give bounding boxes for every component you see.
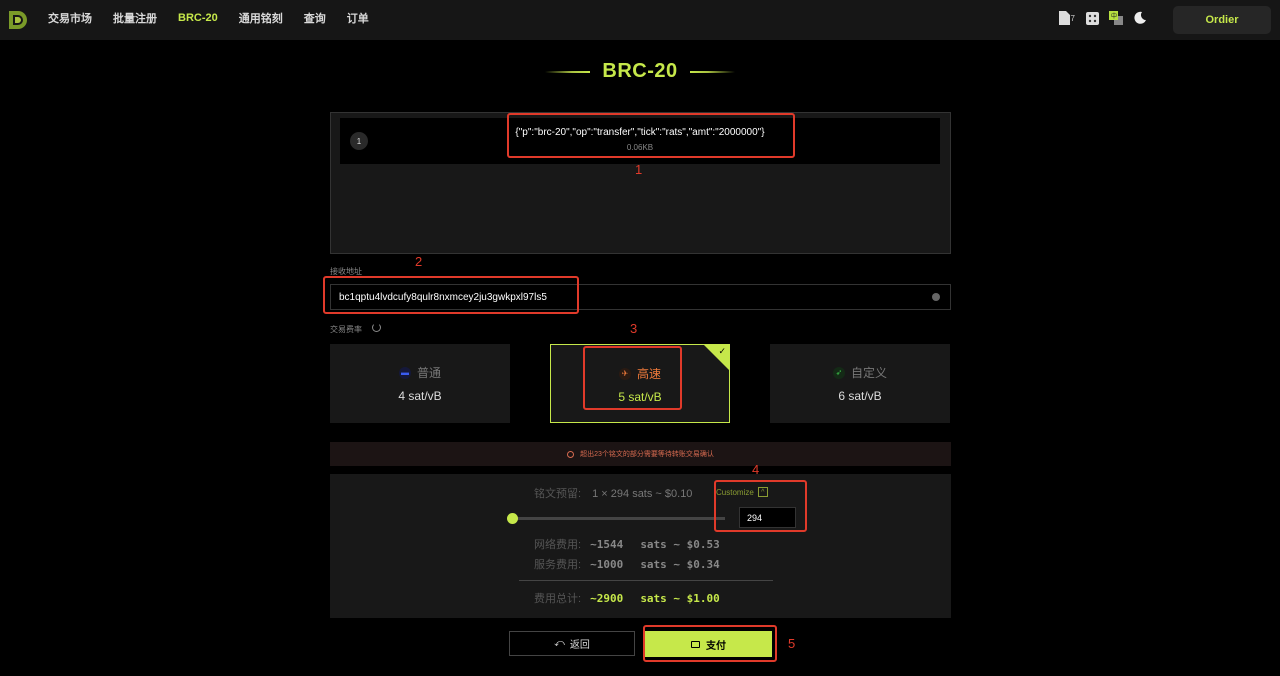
service-fee-usd: sats ~ $0.34: [640, 558, 720, 571]
slider-handle[interactable]: [507, 513, 518, 524]
address-label: 接收地址: [330, 267, 362, 276]
fee-option-fast[interactable]: ✓ ✈ 高速 5 sat/vB: [550, 344, 730, 423]
customize-label: Customize: [716, 487, 754, 497]
network-fee-sats: ~1544: [590, 538, 624, 551]
rocket-icon: ➶: [832, 366, 845, 379]
nav-item-brc20[interactable]: BRC-20: [178, 12, 218, 24]
info-icon: [567, 450, 575, 458]
fee-option-name: 自定义: [850, 366, 887, 380]
annotation-number-2: 2: [415, 254, 423, 269]
fee-option-normal[interactable]: ▬ 普通 4 sat/vB: [330, 344, 510, 423]
reserve-value: 1 × 294 sats ~ $0.10: [592, 488, 693, 500]
inscription-list: 1 {"p":"brc-20","op":"transfer","tick":"…: [330, 112, 951, 254]
title-decoration-left: [545, 70, 591, 73]
nav-item-inscribe[interactable]: 通用铭刻: [239, 10, 283, 26]
pay-button[interactable]: 支付: [645, 631, 772, 657]
back-button[interactable]: ⤺ 返回: [509, 631, 635, 656]
fee-option-custom[interactable]: ➶ 自定义 6 sat/vB: [770, 344, 950, 423]
network-fee-usd: sats ~ $0.53: [640, 538, 720, 551]
nav-item-batch-register[interactable]: 批量注册: [113, 10, 157, 26]
top-nav: 交易市场 批量注册 BRC-20 通用铭刻 查询 订单 7 中 Ordier: [0, 0, 1280, 40]
clear-icon[interactable]: [932, 293, 940, 301]
wallet-icon: [691, 640, 700, 648]
annotation-number-3: 3: [630, 321, 638, 336]
total-fee-sats: ~2900: [590, 592, 624, 605]
document-icon[interactable]: 7: [1058, 11, 1075, 25]
translate-icon[interactable]: 中: [1109, 11, 1123, 25]
nav-item-market[interactable]: 交易市场: [48, 10, 92, 26]
network-fee-label: 网络费用:: [534, 539, 582, 551]
pay-label: 支付: [706, 640, 726, 652]
fee-option-value: 4 sat/vB: [398, 389, 442, 403]
address-field[interactable]: [330, 284, 951, 310]
fee-rate-label: 交易费率: [330, 325, 362, 334]
annotation-number-5: 5: [788, 636, 796, 651]
warning-banner: 超出23个铭文的部分需要等待转账交易确认: [330, 442, 951, 466]
fee-summary: 铭文预留: 1 × 294 sats ~ $0.10 Customize ^ 网…: [330, 474, 951, 618]
total-fee-label: 费用总计:: [534, 593, 582, 605]
warning-text: 超出23个铭文的部分需要等待转账交易确认: [580, 451, 714, 458]
service-fee-sats: ~1000: [590, 558, 624, 571]
back-label: 返回: [569, 640, 590, 651]
dice-icon[interactable]: [1085, 11, 1099, 25]
annotation-number-4: 4: [752, 462, 760, 477]
custom-reserve-input[interactable]: [740, 508, 795, 528]
wallet-button[interactable]: Ordier: [1173, 5, 1271, 34]
address-input[interactable]: [331, 285, 921, 309]
customize-toggle[interactable]: Customize ^: [716, 487, 768, 497]
page-title-wrap: BRC-20: [0, 60, 1280, 83]
refresh-icon[interactable]: [372, 323, 381, 332]
svg-text:中: 中: [1111, 12, 1117, 20]
fee-option-value: 5 sat/vB: [618, 390, 662, 404]
title-decoration-right: [689, 70, 735, 73]
service-fee-label: 服务费用:: [534, 559, 582, 571]
inscription-content: {"p":"brc-20","op":"transfer","tick":"ra…: [515, 127, 765, 138]
fee-option-name: 普通: [416, 366, 441, 380]
plane-icon: ✈: [618, 367, 631, 380]
nav-item-query[interactable]: 查询: [304, 10, 326, 26]
car-icon: ▬: [398, 366, 411, 379]
nav-item-orders[interactable]: 订单: [347, 10, 369, 26]
chevron-up-icon: ^: [757, 487, 768, 497]
inscription-size: 0.06KB: [626, 143, 654, 152]
annotation-number-1: 1: [635, 162, 643, 177]
undo-icon: ⤺: [554, 638, 565, 649]
moon-icon[interactable]: [1133, 11, 1147, 25]
fee-option-name: 高速: [636, 367, 661, 381]
custom-reserve-field[interactable]: [739, 507, 796, 528]
document-count-badge: 7: [1070, 13, 1075, 23]
check-icon: ✓: [718, 346, 726, 356]
logo-icon[interactable]: [7, 9, 29, 31]
summary-divider: [519, 580, 773, 581]
page-title: BRC-20: [602, 60, 678, 82]
inscription-item: 1 {"p":"brc-20","op":"transfer","tick":"…: [340, 118, 940, 164]
reserve-label: 铭文预留:: [534, 488, 582, 500]
reserve-slider[interactable]: [512, 517, 725, 520]
fee-option-value: 6 sat/vB: [838, 389, 882, 403]
total-fee-usd: sats ~ $1.00: [640, 592, 720, 605]
